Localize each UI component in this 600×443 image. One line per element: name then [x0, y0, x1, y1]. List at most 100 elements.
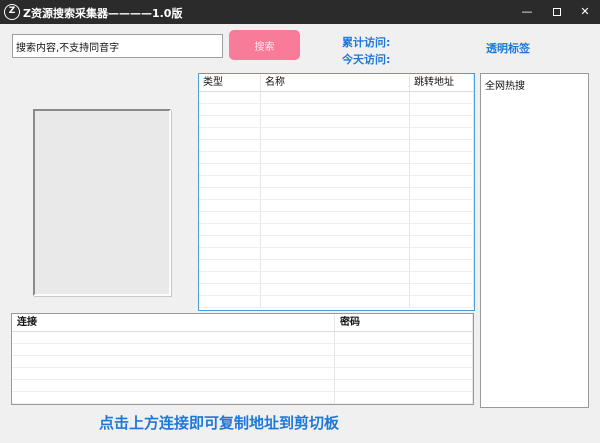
- title-bar: Z Z资源搜索采集器————1.0版 — ✕: [0, 0, 600, 24]
- table-cell: [261, 128, 410, 139]
- table-row[interactable]: [199, 224, 474, 236]
- table-cell: [261, 296, 410, 307]
- table-cell: [12, 344, 335, 355]
- table-row[interactable]: [199, 260, 474, 272]
- table-cell: [12, 332, 335, 343]
- table-cell: [410, 152, 474, 163]
- table-cell: [199, 152, 261, 163]
- table-cell: [199, 260, 261, 271]
- table-row[interactable]: [12, 368, 473, 380]
- table-cell: [12, 356, 335, 367]
- table-cell: [261, 116, 410, 127]
- table-row[interactable]: [199, 188, 474, 200]
- table-cell: [335, 356, 473, 367]
- table-cell: [335, 344, 473, 355]
- table-cell: [199, 248, 261, 259]
- table-cell: [261, 224, 410, 235]
- minimize-icon: —: [521, 5, 533, 18]
- table-cell: [410, 212, 474, 223]
- table-row[interactable]: [199, 296, 474, 308]
- table-cell: [261, 152, 410, 163]
- column-header-password[interactable]: 密码: [335, 314, 473, 331]
- close-icon: ✕: [580, 5, 590, 18]
- table-row[interactable]: [12, 392, 473, 404]
- table-cell: [199, 176, 261, 187]
- table-cell: [335, 392, 473, 403]
- column-header-url[interactable]: 跳转地址: [410, 74, 474, 91]
- table-row[interactable]: [199, 200, 474, 212]
- column-header-name[interactable]: 名称: [261, 74, 410, 91]
- table-cell: [410, 236, 474, 247]
- table-row[interactable]: [12, 344, 473, 356]
- table-row[interactable]: [199, 272, 474, 284]
- table-cell: [199, 128, 261, 139]
- table-row[interactable]: [199, 104, 474, 116]
- table-cell: [261, 164, 410, 175]
- table-cell: [261, 212, 410, 223]
- close-button[interactable]: ✕: [570, 0, 600, 24]
- total-visits-label: 累计访问:: [342, 36, 391, 49]
- table-cell: [410, 164, 474, 175]
- links-table-body: [12, 332, 473, 404]
- maximize-button[interactable]: [542, 0, 572, 24]
- table-row[interactable]: [199, 92, 474, 104]
- search-button[interactable]: 搜索: [229, 30, 300, 60]
- table-row[interactable]: [12, 332, 473, 344]
- table-row[interactable]: [12, 356, 473, 368]
- table-row[interactable]: [199, 152, 474, 164]
- results-table[interactable]: 类型 名称 跳转地址: [198, 73, 475, 311]
- table-row[interactable]: [199, 140, 474, 152]
- table-row[interactable]: [199, 236, 474, 248]
- table-cell: [261, 272, 410, 283]
- table-cell: [199, 224, 261, 235]
- table-cell: [199, 164, 261, 175]
- table-cell: [12, 392, 335, 403]
- links-table[interactable]: 连接 密码: [11, 313, 474, 405]
- table-cell: [199, 116, 261, 127]
- table-cell: [410, 92, 474, 103]
- table-row[interactable]: [199, 128, 474, 140]
- table-row[interactable]: [199, 248, 474, 260]
- table-cell: [199, 140, 261, 151]
- table-cell: [410, 260, 474, 271]
- table-cell: [410, 104, 474, 115]
- table-cell: [261, 92, 410, 103]
- table-row[interactable]: [199, 116, 474, 128]
- table-cell: [410, 176, 474, 187]
- table-cell: [335, 332, 473, 343]
- table-cell: [410, 284, 474, 295]
- search-input[interactable]: [12, 34, 223, 58]
- table-cell: [12, 368, 335, 379]
- table-row[interactable]: [199, 164, 474, 176]
- table-cell: [199, 296, 261, 307]
- table-cell: [261, 140, 410, 151]
- table-cell: [199, 92, 261, 103]
- maximize-icon: [553, 8, 561, 16]
- results-table-header: 类型 名称 跳转地址: [199, 74, 474, 92]
- transparent-tag-toggle[interactable]: 透明标签: [486, 40, 530, 56]
- table-cell: [410, 188, 474, 199]
- table-cell: [261, 188, 410, 199]
- copy-hint-text: 点击上方连接即可复制地址到剪切板: [99, 414, 340, 432]
- table-cell: [410, 140, 474, 151]
- column-header-type[interactable]: 类型: [199, 74, 261, 91]
- table-cell: [410, 248, 474, 259]
- table-cell: [261, 104, 410, 115]
- table-cell: [410, 116, 474, 127]
- table-row[interactable]: [12, 380, 473, 392]
- table-cell: [261, 260, 410, 271]
- table-row[interactable]: [199, 284, 474, 296]
- table-cell: [261, 284, 410, 295]
- today-visits-label: 今天访问:: [342, 53, 391, 66]
- table-cell: [335, 380, 473, 391]
- column-header-link[interactable]: 连接: [12, 314, 335, 331]
- hot-search-panel[interactable]: 全网热搜: [480, 73, 589, 408]
- table-row[interactable]: [199, 176, 474, 188]
- table-cell: [199, 104, 261, 115]
- table-cell: [410, 272, 474, 283]
- table-cell: [335, 368, 473, 379]
- hot-search-title: 全网热搜: [485, 81, 525, 92]
- table-row[interactable]: [199, 212, 474, 224]
- table-cell: [261, 176, 410, 187]
- minimize-button[interactable]: —: [512, 0, 542, 24]
